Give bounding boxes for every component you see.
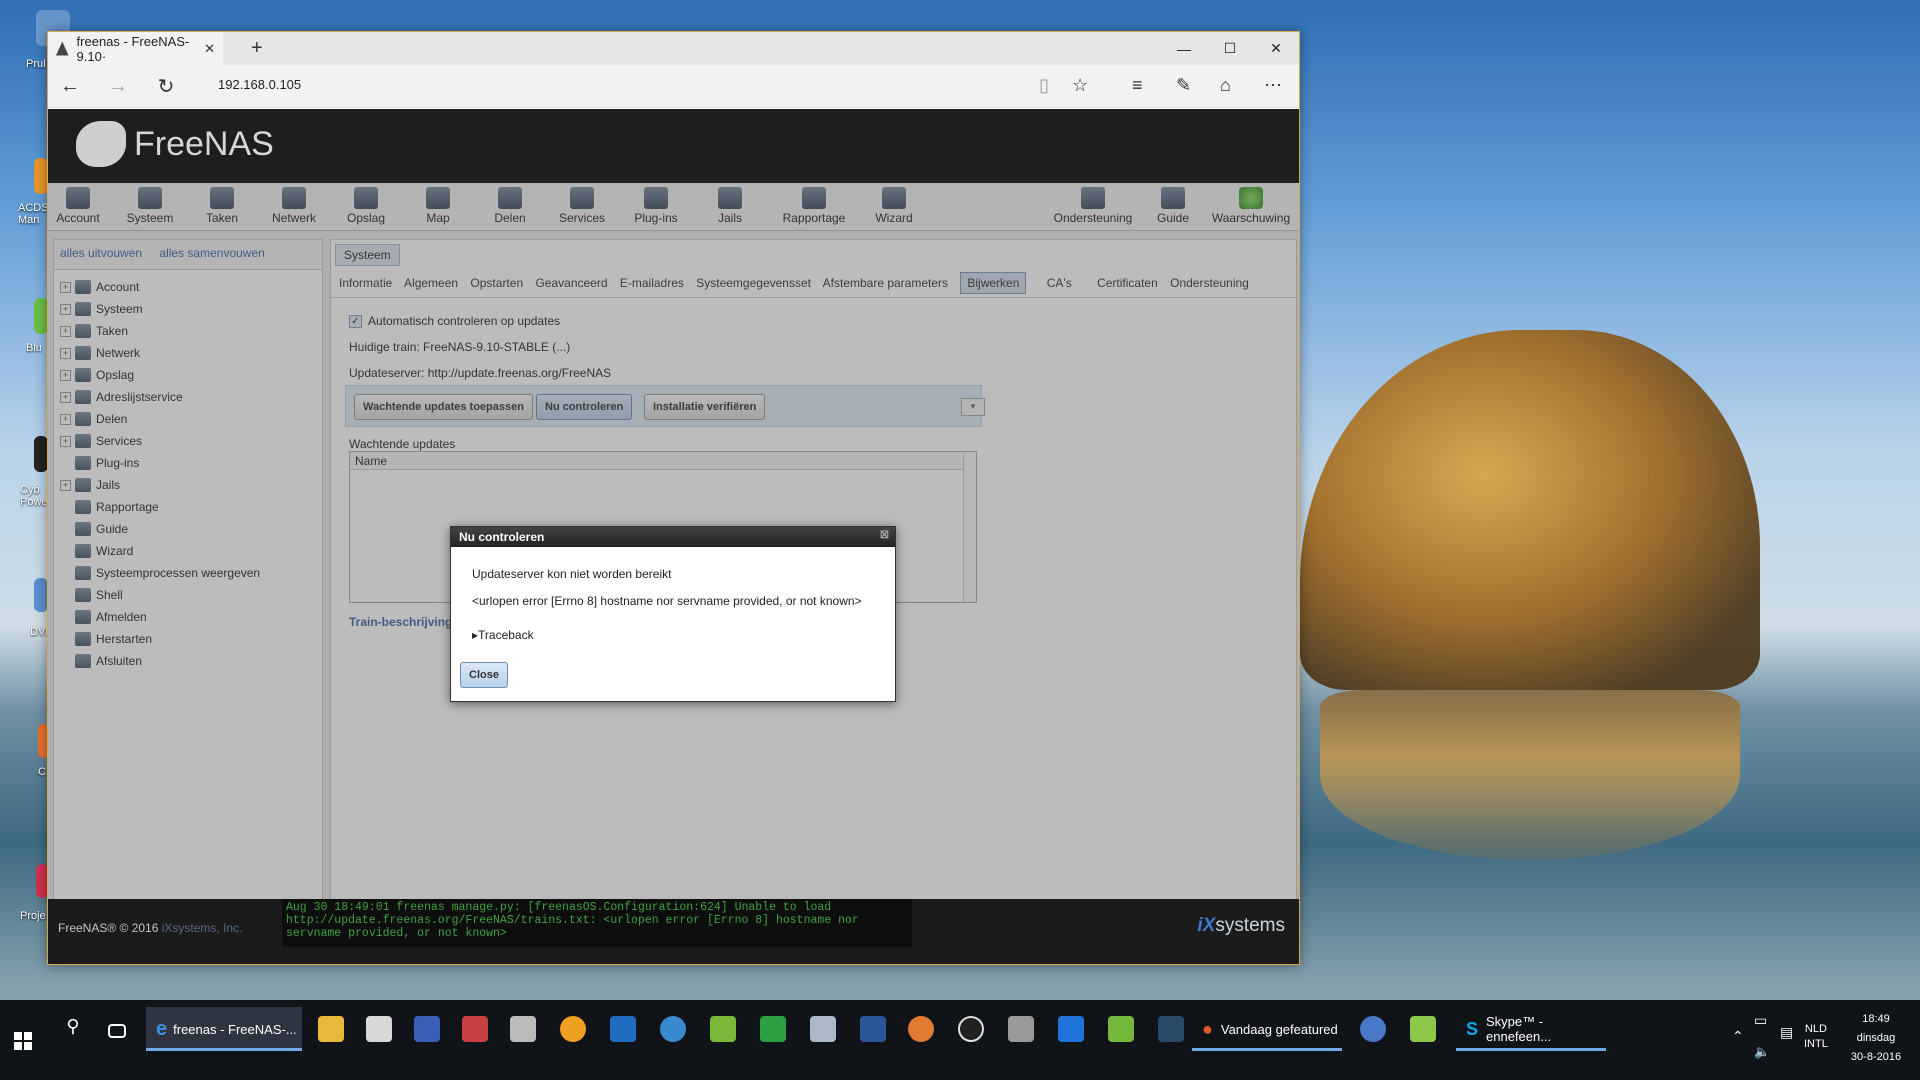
taskbar: ⚲ e freenas - FreeNAS-... ● Vandaag gefe… — [0, 1000, 1920, 1080]
hub-icon[interactable]: ≡ — [1132, 75, 1143, 96]
taskbar-app-featured[interactable]: ● Vandaag gefeatured — [1192, 1007, 1342, 1051]
browser-window: freenas - FreeNAS-9.10· ✕ + — ☐ ✕ ← → ↻ … — [47, 31, 1300, 965]
notifications-icon[interactable]: ▤ — [1780, 1024, 1793, 1041]
taskbar-app-skype[interactable]: S Skype™ - ennefeen... — [1456, 1007, 1606, 1051]
active-indicator — [1456, 1048, 1606, 1051]
dialog-titlebar[interactable]: Nu controleren ☒ — [451, 527, 895, 547]
minimize-button[interactable]: — — [1161, 32, 1207, 65]
copyright-text: FreeNAS® © 2016 — [58, 921, 159, 935]
traceback-label: Traceback — [478, 628, 534, 642]
cyberlink-icon[interactable] — [34, 436, 48, 472]
desktop-icon-label: ACDS Man — [18, 202, 48, 226]
dialog-error: <urlopen error [Errno 8] hostname nor se… — [472, 594, 862, 608]
taskbar-app-edge[interactable]: e freenas - FreeNAS-... — [146, 1007, 302, 1051]
tray-chevron-icon[interactable]: ⌃ — [1732, 1028, 1744, 1045]
share-icon[interactable]: ⌂ — [1220, 75, 1231, 96]
dialog-title: Nu controleren — [459, 530, 545, 544]
taskbar-app-label: freenas - FreeNAS-... — [173, 1021, 297, 1037]
ixsystems-logo: iXsystems — [1197, 915, 1285, 937]
teamviewer-icon[interactable] — [1058, 1016, 1084, 1042]
store-icon[interactable] — [366, 1016, 392, 1042]
address-bar-row: ← → ↻ 192.168.0.105 ▯ ☆ ≡ ✎ ⌂ ⋯ — [48, 65, 1299, 108]
lang-top: NLD — [1804, 1023, 1827, 1035]
tray-network-icon[interactable]: ▭ — [1754, 1012, 1767, 1029]
systems-logo-text: systems — [1215, 915, 1285, 936]
taskbar-app-label: Vandaag gefeatured — [1220, 1021, 1338, 1037]
wallpaper-reflection — [1320, 690, 1740, 860]
logo-text: FreeNAS — [134, 124, 274, 163]
favorite-star-icon[interactable]: ☆ — [1072, 75, 1088, 96]
freenas-favicon-icon — [56, 41, 69, 56]
new-tab-button[interactable]: + — [251, 37, 263, 60]
active-indicator — [146, 1048, 302, 1051]
reading-view-icon[interactable]: ▯ — [1039, 75, 1049, 96]
steam-icon[interactable] — [1158, 1016, 1184, 1042]
taskbar-app-label: Skype™ - ennefeen... — [1486, 1014, 1552, 1044]
tray-volume-icon[interactable]: 🔈 — [1754, 1044, 1770, 1060]
clock[interactable]: 18:49 dinsdag 30-8-2016 — [1844, 1010, 1908, 1067]
browser-tab-freenas[interactable]: freenas - FreeNAS-9.10· ✕ — [48, 32, 223, 65]
tab-bar: freenas - FreeNAS-9.10· ✕ + — ☐ ✕ — [48, 32, 1299, 65]
active-indicator — [1192, 1048, 1342, 1051]
freenas-header: FreeNAS — [48, 109, 1299, 183]
media-icon[interactable] — [462, 1016, 488, 1042]
wallpaper-rock — [1300, 330, 1760, 690]
clock-date: 30-8-2016 — [1850, 1051, 1902, 1063]
acdsee-icon[interactable] — [34, 158, 48, 194]
database-icon[interactable] — [510, 1016, 536, 1042]
flame-icon: ● — [1202, 1018, 1213, 1039]
language-indicator[interactable]: NLD INTL — [1804, 1022, 1828, 1052]
skype-icon: S — [1466, 1018, 1479, 1039]
word-icon[interactable] — [860, 1016, 886, 1042]
zip-icon[interactable] — [710, 1016, 736, 1042]
lightning-icon[interactable] — [560, 1016, 586, 1042]
company-link[interactable]: iXsystems, Inc. — [162, 921, 243, 935]
dialog-close-button[interactable]: Close — [460, 662, 508, 688]
freenas-footer: FreeNAS® © 2016 iXsystems, Inc. Aug 30 1… — [48, 899, 1299, 964]
maximize-button[interactable]: ☐ — [1207, 32, 1253, 65]
desktop-icon-label: Cyb Powe — [20, 484, 48, 508]
gpu-icon[interactable] — [760, 1016, 786, 1042]
file-explorer-icon[interactable] — [318, 1016, 344, 1042]
tab-close-icon[interactable]: ✕ — [204, 41, 215, 57]
bluestacks-icon[interactable] — [1108, 1016, 1134, 1042]
ix-logo-text: iX — [1197, 915, 1216, 936]
tab-title: freenas - FreeNAS-9.10· — [76, 33, 190, 64]
satellite-icon[interactable] — [1008, 1016, 1034, 1042]
window-close-button[interactable]: ✕ — [1253, 32, 1299, 65]
freenas-logo: FreeNAS — [76, 121, 274, 167]
player-icon[interactable] — [958, 1016, 984, 1042]
edge-icon: e — [156, 1017, 168, 1040]
back-arrow-icon[interactable]: ← — [48, 75, 92, 98]
dvd-icon[interactable] — [34, 578, 48, 612]
clock-time: 18:49 — [1862, 1013, 1890, 1025]
web-note-icon[interactable]: ✎ — [1176, 75, 1191, 96]
freenas-shark-logo-icon — [76, 121, 126, 167]
outlook-icon[interactable] — [610, 1016, 636, 1042]
browser-icon[interactable] — [1360, 1016, 1386, 1042]
globe-icon[interactable] — [660, 1016, 686, 1042]
footer-copyright: FreeNAS® © 2016 iXsystems, Inc. — [58, 921, 242, 935]
url-field[interactable]: 192.168.0.105 — [218, 77, 301, 92]
tool-icon[interactable] — [810, 1016, 836, 1042]
clock-day: dinsdag — [1856, 1032, 1896, 1044]
dialog-close-icon[interactable]: ☒ — [880, 530, 889, 541]
check-now-dialog: Nu controleren ☒ Updateserver kon niet w… — [450, 526, 896, 702]
traceback-toggle[interactable]: ▸Traceback — [472, 628, 534, 642]
task-view-icon[interactable] — [108, 1024, 126, 1038]
search-icon[interactable]: ⚲ — [60, 1016, 86, 1042]
firefox-icon[interactable] — [908, 1016, 934, 1042]
freenas-app: FreeNAS Account Systeem Taken Netwerk Op… — [48, 109, 1299, 964]
lang-bottom: INTL — [1804, 1038, 1828, 1050]
forward-arrow-icon[interactable]: → — [96, 75, 140, 98]
refresh-icon[interactable]: ↻ — [144, 74, 188, 99]
windows-start-icon[interactable] — [14, 1032, 32, 1050]
app-green-icon[interactable] — [1410, 1016, 1436, 1042]
console-messages[interactable]: Aug 30 18:49:01 freenas manage.py: [free… — [282, 899, 912, 947]
dialog-message: Updateserver kon niet worden bereikt — [472, 567, 672, 581]
more-icon[interactable]: ⋯ — [1264, 75, 1282, 96]
save-icon[interactable] — [414, 1016, 440, 1042]
bluestacks-icon[interactable] — [34, 298, 48, 334]
